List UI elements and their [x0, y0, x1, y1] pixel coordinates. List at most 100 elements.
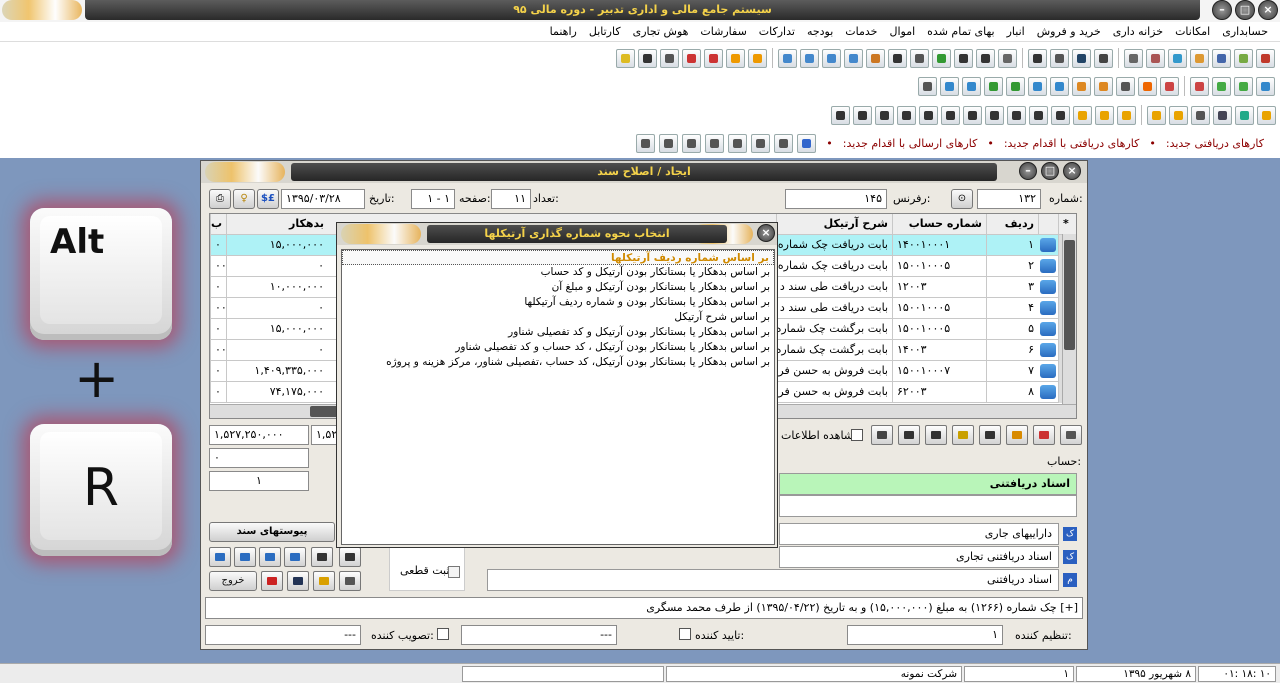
- settings-icon[interactable]: [660, 48, 679, 68]
- home-icon[interactable]: [1073, 105, 1092, 125]
- edit-icon[interactable]: [339, 547, 361, 567]
- previous-record-icon[interactable]: [234, 547, 256, 567]
- tool-icon[interactable]: [897, 105, 916, 125]
- tool-icon[interactable]: [1116, 76, 1135, 96]
- vertical-scroll-thumb[interactable]: [1064, 240, 1075, 350]
- tool-icon[interactable]: [1029, 105, 1048, 125]
- numbering-options-list[interactable]: بر اساس شماره ردیف آرتیکلها بر اساس بدهک…: [341, 249, 775, 545]
- tool-icon[interactable]: [1212, 76, 1231, 96]
- tool-icon[interactable]: [1072, 76, 1091, 96]
- arrow-icon[interactable]: [1040, 364, 1056, 378]
- menu-treasury[interactable]: خزانه داری: [1107, 25, 1169, 38]
- tool-icon[interactable]: [976, 48, 995, 68]
- exit-button[interactable]: خروج: [209, 571, 257, 591]
- arrow-icon[interactable]: [1040, 280, 1056, 294]
- arrow-icon[interactable]: [1040, 259, 1056, 273]
- tool-icon[interactable]: [1050, 76, 1069, 96]
- save-icon[interactable]: [287, 571, 309, 591]
- tool-icon[interactable]: [1160, 76, 1179, 96]
- list-item[interactable]: بر اساس شرح آرتیکل: [342, 310, 774, 325]
- tool-icon[interactable]: [985, 105, 1004, 125]
- tool-icon[interactable]: [962, 76, 981, 96]
- tool-icon[interactable]: [984, 76, 1003, 96]
- tool-icon[interactable]: [682, 133, 702, 153]
- tool-icon[interactable]: [1006, 76, 1025, 96]
- tool-icon[interactable]: [866, 48, 885, 68]
- home-icon[interactable]: [1147, 105, 1166, 125]
- tool-icon[interactable]: [800, 48, 819, 68]
- tool-icon[interactable]: [728, 133, 748, 153]
- tool-icon[interactable]: [1007, 105, 1026, 125]
- tool-icon[interactable]: [705, 133, 725, 153]
- maximize-icon[interactable]: □: [1041, 162, 1059, 180]
- menu-cost[interactable]: بهای تمام شده: [921, 25, 1000, 38]
- arrow-icon[interactable]: [1040, 343, 1056, 357]
- approved-by-checkbox[interactable]: [437, 628, 449, 640]
- help-icon[interactable]: [616, 48, 635, 68]
- search-icon[interactable]: [888, 48, 907, 68]
- close-icon[interactable]: ×: [1063, 162, 1081, 180]
- tool-icon[interactable]: [1168, 48, 1187, 68]
- tool-icon[interactable]: [1146, 48, 1165, 68]
- tool-icon[interactable]: [853, 105, 872, 125]
- tool-icon[interactable]: [1256, 76, 1275, 96]
- tool-icon[interactable]: [1234, 76, 1253, 96]
- tool-icon[interactable]: [831, 105, 850, 125]
- tool-icon[interactable]: [1028, 76, 1047, 96]
- received-action-label[interactable]: کارهای دریافتی با اقدام جدید:: [1004, 137, 1140, 150]
- tool-icon[interactable]: [954, 48, 973, 68]
- show-info-checkbox[interactable]: [851, 429, 863, 441]
- currency-button[interactable]: $£: [257, 189, 279, 209]
- list-item[interactable]: بر اساس بدهکار یا بستانکار بودن آرتیکل، …: [342, 355, 774, 370]
- tool-icon[interactable]: [1094, 48, 1113, 68]
- tool-icon[interactable]: [919, 105, 938, 125]
- tool-icon[interactable]: [1033, 425, 1055, 445]
- delete-icon[interactable]: [261, 571, 283, 591]
- tool-icon[interactable]: [1191, 105, 1210, 125]
- home-icon[interactable]: [1257, 105, 1276, 125]
- new-icon[interactable]: [339, 571, 361, 591]
- reference-field[interactable]: ۱۴۵: [785, 189, 887, 209]
- tool-icon[interactable]: [875, 105, 894, 125]
- tool-icon[interactable]: [1234, 48, 1253, 68]
- menu-orders[interactable]: سفارشات: [694, 25, 752, 38]
- document-note-field[interactable]: [+] چک شماره (۱۲۶۶) به مبلغ (۱۵,۰۰۰,۰۰۰)…: [205, 597, 1083, 619]
- binoculars-icon[interactable]: [311, 547, 333, 567]
- maximize-icon[interactable]: □: [1235, 0, 1255, 20]
- tool-icon[interactable]: [1060, 425, 1082, 445]
- tool-icon[interactable]: [871, 425, 893, 445]
- menu-business-intelligence[interactable]: هوش تجاری: [627, 25, 695, 38]
- tool-icon[interactable]: [998, 48, 1017, 68]
- attachments-button[interactable]: پیوستهای سند: [209, 522, 335, 542]
- tool-icon[interactable]: [910, 48, 929, 68]
- refresh-icon[interactable]: [726, 48, 745, 68]
- tool-icon[interactable]: [898, 425, 920, 445]
- tool-icon[interactable]: [925, 425, 947, 445]
- next-record-icon[interactable]: [259, 547, 281, 567]
- home-icon[interactable]: [1169, 105, 1188, 125]
- arrow-icon[interactable]: [1040, 322, 1056, 336]
- menu-warehouse[interactable]: انبار: [1001, 25, 1031, 38]
- menu-procurement[interactable]: تدارکات: [753, 25, 801, 38]
- last-record-icon[interactable]: [284, 547, 306, 567]
- menu-sales[interactable]: خرید و فروش: [1031, 25, 1107, 38]
- tool-icon[interactable]: [1094, 76, 1113, 96]
- final-registration-checkbox[interactable]: [448, 566, 460, 578]
- tool-icon[interactable]: [774, 133, 794, 153]
- menu-budget[interactable]: بودجه: [801, 25, 839, 38]
- menu-help[interactable]: راهنما: [544, 25, 583, 38]
- arrow-icon[interactable]: [1040, 385, 1056, 399]
- menu-services[interactable]: خدمات: [839, 25, 883, 38]
- tool-icon[interactable]: [1256, 48, 1275, 68]
- close-icon[interactable]: ×: [757, 224, 775, 242]
- tool-icon[interactable]: [822, 48, 841, 68]
- date-field[interactable]: ۱۳۹۵/۰۳/۲۸: [281, 189, 365, 209]
- home-icon[interactable]: [1095, 105, 1114, 125]
- print-icon[interactable]: ⎙: [209, 189, 231, 209]
- binoculars-icon[interactable]: [979, 425, 1001, 445]
- home-icon[interactable]: [1117, 105, 1136, 125]
- search-icon[interactable]: [636, 133, 656, 153]
- tool-icon[interactable]: [1028, 48, 1047, 68]
- key-icon[interactable]: ♀: [233, 189, 255, 209]
- list-item[interactable]: بر اساس بدهکار یا بستانکار بودن آرتیکل و…: [342, 325, 774, 340]
